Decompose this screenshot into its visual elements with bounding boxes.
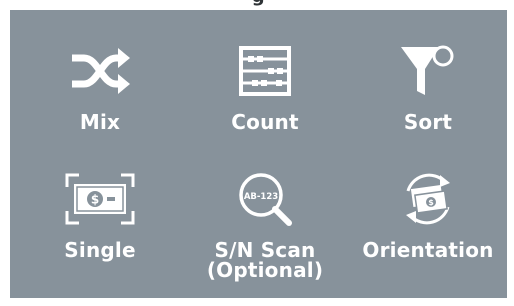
header-title-text: g — [219, 0, 299, 7]
header-title-fragment: g — [219, 0, 299, 10]
sn-magnifier-text: AB-123 — [244, 192, 278, 202]
mode-orientation-button[interactable]: $ Orientation — [348, 168, 508, 288]
svg-text:$: $ — [428, 198, 434, 207]
mode-count-button[interactable]: Count — [185, 40, 345, 160]
mode-sort-label: Sort — [403, 110, 453, 134]
mode-grid: Mix Count Sort $ Single AB-123 S/N Scan … — [10, 10, 507, 298]
mode-mix-button[interactable]: Mix — [20, 40, 180, 160]
serial-magnifier-icon: AB-123 — [228, 168, 302, 230]
mode-count-label: Count — [231, 110, 299, 134]
mode-sn-scan-sublabel: (Optional) — [206, 258, 324, 282]
mode-single-button[interactable]: $ Single — [20, 168, 180, 288]
mode-mix-label: Mix — [79, 110, 121, 134]
abacus-icon — [228, 40, 302, 102]
mode-sort-button[interactable]: Sort — [348, 40, 508, 160]
mode-sn-scan-button[interactable]: AB-123 S/N Scan (Optional) — [185, 168, 345, 288]
mode-single-label: Single — [64, 238, 136, 262]
mode-menu-panel: g — [10, 0, 507, 298]
banknote-rotate-icon: $ — [391, 168, 465, 230]
mode-orientation-label: Orientation — [362, 238, 494, 262]
banknote-scan-icon: $ — [63, 168, 137, 230]
svg-text:$: $ — [91, 193, 99, 207]
screen-frame: g — [0, 0, 514, 306]
shuffle-icon — [63, 40, 137, 102]
mode-sn-scan-label: S/N Scan — [214, 238, 316, 262]
filter-funnel-icon — [391, 40, 465, 102]
